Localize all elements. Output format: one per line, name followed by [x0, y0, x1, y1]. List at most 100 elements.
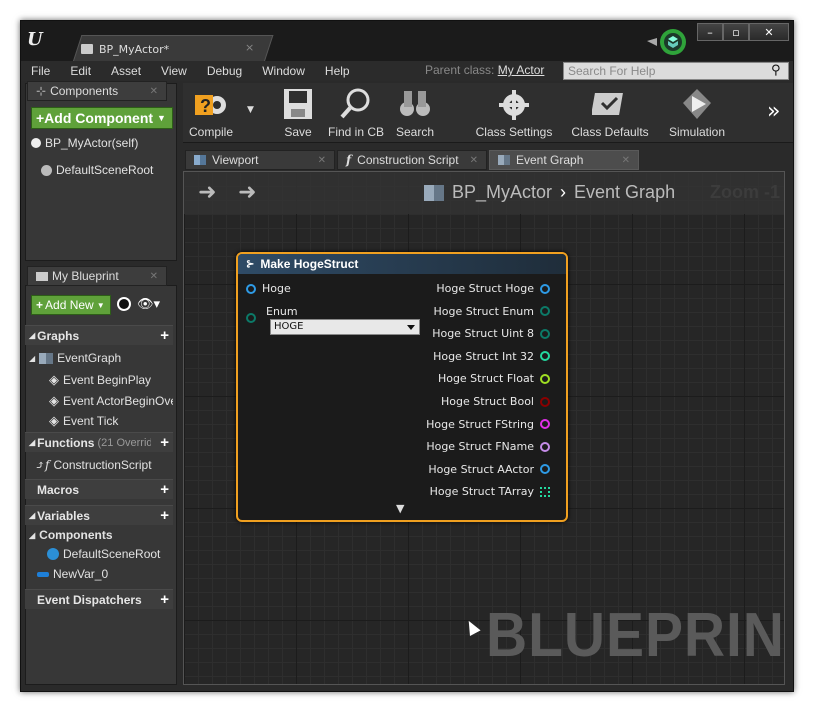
- event-item[interactable]: ◈ Event ActorBeginOverlap: [49, 393, 173, 409]
- output-pin[interactable]: [540, 306, 550, 317]
- input-pin-row[interactable]: Hoge: [246, 282, 291, 295]
- menu-file[interactable]: File: [21, 64, 60, 78]
- menu-window[interactable]: Window: [252, 64, 315, 78]
- compile-options-chevron-down-icon[interactable]: ▼: [247, 105, 254, 115]
- forward-arrow-icon[interactable]: ➜: [238, 180, 256, 205]
- variable-item[interactable]: DefaultSceneRoot: [47, 547, 173, 561]
- graphs-section[interactable]: ◢ Graphs +: [25, 325, 173, 345]
- macros-section[interactable]: Macros +: [25, 479, 173, 499]
- output-pin[interactable]: [540, 328, 550, 339]
- output-pin[interactable]: [540, 396, 550, 407]
- tab-close-icon[interactable]: ✕: [622, 155, 630, 166]
- menu-debug[interactable]: Debug: [197, 64, 252, 78]
- add-function-icon[interactable]: +: [160, 435, 169, 450]
- menu-asset[interactable]: Asset: [101, 64, 151, 78]
- event-graph-canvas[interactable]: ➜ ➜ BP_MyActor › Event Graph Zoom -1 ⊱ M…: [183, 171, 785, 685]
- menu-edit[interactable]: Edit: [60, 64, 101, 78]
- output-pin[interactable]: [540, 283, 550, 294]
- output-pin-row[interactable]: Hoge Struct FName: [426, 440, 550, 453]
- components-tab[interactable]: ⊹ Components ✕: [27, 81, 167, 101]
- dispatchers-section[interactable]: Event Dispatchers +: [25, 589, 173, 609]
- expand-arrow-icon[interactable]: ▼: [396, 502, 404, 515]
- minimize-button[interactable]: –: [697, 23, 723, 41]
- event-item[interactable]: ◈ Event BeginPlay: [49, 372, 173, 388]
- output-pin-row[interactable]: Hoge Struct Float: [438, 372, 550, 385]
- maximize-button[interactable]: ▫: [723, 23, 749, 41]
- class-settings-button[interactable]: Class Settings: [473, 83, 555, 143]
- input-pin[interactable]: [246, 313, 256, 323]
- functions-section[interactable]: ◢ Functions (21 Overridable) +: [25, 432, 173, 452]
- add-new-button[interactable]: + Add New ▼: [31, 295, 111, 315]
- add-graph-icon[interactable]: +: [160, 328, 169, 343]
- save-button[interactable]: Save: [277, 83, 319, 143]
- component-root[interactable]: DefaultSceneRoot: [41, 163, 171, 177]
- add-dispatcher-icon[interactable]: +: [160, 592, 169, 607]
- event-graph-item[interactable]: ◢ EventGraph: [29, 351, 173, 365]
- output-pin[interactable]: [540, 441, 550, 452]
- variables-section[interactable]: ◢ Variables +: [25, 505, 173, 525]
- struct-icon: ⊱: [246, 258, 255, 270]
- breadcrumb-root[interactable]: BP_MyActor: [452, 182, 552, 203]
- output-pin-row[interactable]: Hoge Struct TArray: [430, 485, 550, 498]
- enum-dropdown[interactable]: HOGE: [270, 319, 420, 335]
- search-button[interactable]: Search: [395, 83, 435, 143]
- class-defaults-button[interactable]: Class Defaults: [567, 83, 653, 143]
- output-pin[interactable]: [540, 373, 550, 384]
- add-component-button[interactable]: +Add Component ▼: [31, 107, 173, 129]
- source-control-icon[interactable]: [645, 27, 687, 57]
- help-search-input[interactable]: Search For Help: [563, 62, 789, 80]
- output-pin-row[interactable]: Hoge Struct AActor: [428, 463, 550, 476]
- eye-icon[interactable]: 👁▾: [137, 297, 160, 312]
- construction-script-item[interactable]: ⤴f ConstructionScript: [35, 458, 173, 472]
- menu-help[interactable]: Help: [315, 64, 360, 78]
- tab-close-icon[interactable]: ✕: [150, 86, 158, 97]
- make-hogestruct-node[interactable]: ⊱ Make HogeStruct Hoge Enum HOGE Hoge St…: [236, 252, 568, 522]
- output-pin-row[interactable]: Hoge Struct Int 32: [433, 350, 550, 363]
- compile-button[interactable]: ? Compile: [185, 83, 237, 143]
- document-tab-label-wrap[interactable]: BP_MyActor*: [81, 39, 261, 59]
- add-macro-icon[interactable]: +: [160, 482, 169, 497]
- search-icon[interactable]: ⚲: [771, 63, 781, 78]
- search-icon[interactable]: [117, 297, 131, 311]
- collapse-arrow-icon: ◢: [29, 438, 36, 447]
- output-pin-row[interactable]: Hoge Struct Uint 8: [432, 327, 550, 340]
- tab-viewport[interactable]: Viewport ✕: [185, 150, 335, 170]
- my-blueprint-tab[interactable]: My Blueprint ✕: [27, 266, 167, 286]
- find-in-cb-button[interactable]: Find in CB: [325, 83, 387, 143]
- output-pin[interactable]: [540, 419, 550, 430]
- tab-close-icon[interactable]: ✕: [470, 155, 478, 166]
- output-pin[interactable]: [540, 486, 550, 497]
- output-pin-row[interactable]: Hoge Struct FString: [426, 418, 550, 431]
- parent-class-link[interactable]: My Actor: [498, 63, 545, 77]
- output-pin[interactable]: [540, 351, 550, 362]
- menu-view[interactable]: View: [151, 64, 197, 78]
- breadcrumb-separator: ›: [560, 182, 567, 202]
- graph-icon: [39, 352, 54, 364]
- blueprint-icon: [81, 44, 93, 54]
- output-pin-label: Hoge Struct Float: [437, 372, 534, 386]
- toolbar-overflow-icon[interactable]: »: [767, 99, 780, 124]
- tab-close-icon[interactable]: ✕: [318, 155, 326, 166]
- document-tab-close-icon[interactable]: ×: [245, 41, 254, 54]
- event-label: Event ActorBeginOverlap: [63, 394, 173, 408]
- tab-construction-script[interactable]: f Construction Script ✕: [337, 150, 487, 170]
- output-pin[interactable]: [540, 464, 550, 475]
- output-pin-row[interactable]: Hoge Struct Bool: [441, 395, 550, 408]
- component-self[interactable]: BP_MyActor(self): [31, 136, 171, 150]
- variable-item[interactable]: NewVar_0: [37, 567, 173, 581]
- node-title[interactable]: ⊱ Make HogeStruct: [238, 254, 566, 274]
- components-category[interactable]: ◢ Components: [29, 528, 173, 542]
- back-arrow-icon[interactable]: ➜: [198, 180, 216, 205]
- simulation-button[interactable]: Simulation: [665, 83, 729, 143]
- output-pin-row[interactable]: Hoge Struct Hoge: [436, 282, 550, 295]
- graph-header: ➜ ➜ BP_MyActor › Event Graph Zoom -1: [184, 172, 784, 214]
- tab-close-icon[interactable]: ✕: [150, 271, 158, 282]
- event-item[interactable]: ◈ Event Tick: [49, 413, 173, 429]
- tab-event-graph[interactable]: Event Graph ✕: [489, 150, 639, 170]
- simulation-label: Simulation: [668, 125, 726, 139]
- close-button[interactable]: ✕: [749, 23, 789, 41]
- add-variable-icon[interactable]: +: [160, 508, 169, 523]
- input-pin[interactable]: [246, 283, 256, 294]
- save-label: Save: [284, 125, 312, 139]
- output-pin-row[interactable]: Hoge Struct Enum: [433, 305, 550, 318]
